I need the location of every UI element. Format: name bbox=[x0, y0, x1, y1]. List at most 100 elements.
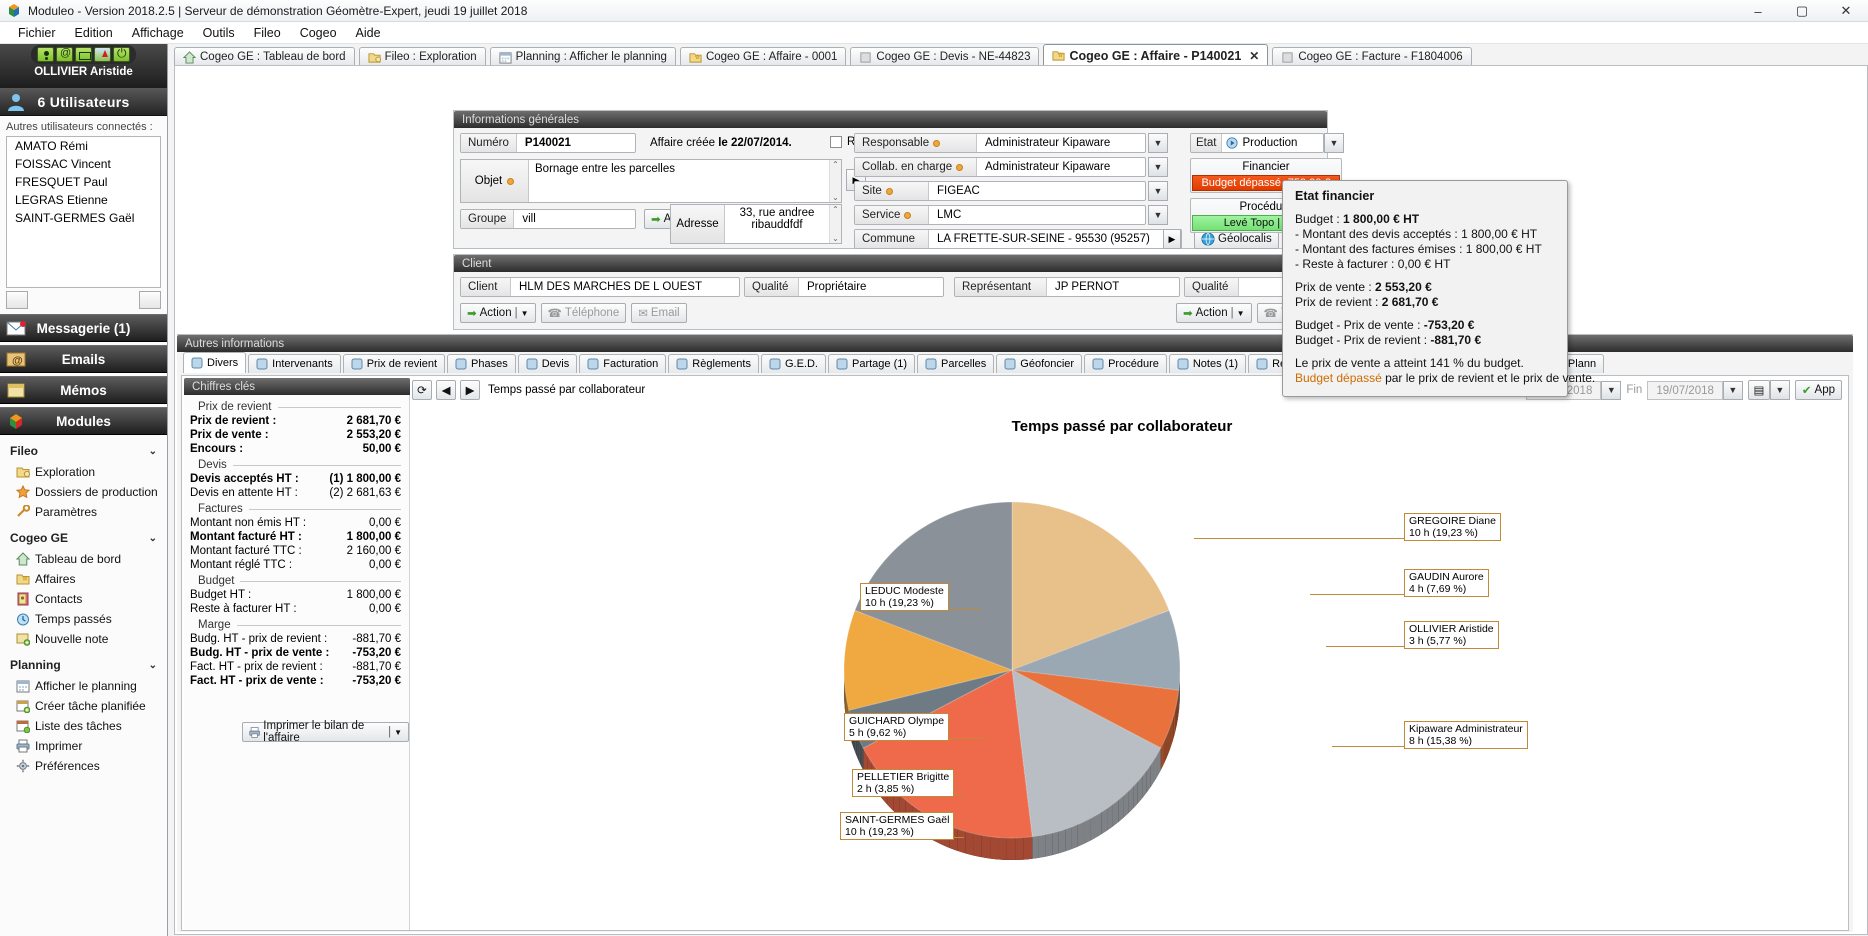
fin-dropdown[interactable]: ▼ bbox=[1722, 380, 1743, 400]
commune-field[interactable]: Commune LA FRETTE-SUR-SEINE - 95530 (952… bbox=[854, 229, 1182, 249]
menu-item-affichage[interactable]: Affichage bbox=[124, 24, 192, 42]
collab-dropdown[interactable]: ▼ bbox=[1148, 157, 1168, 177]
menu-item-fichier[interactable]: Fichier bbox=[10, 24, 64, 42]
close-button[interactable]: ✕ bbox=[1824, 0, 1868, 22]
sidebar-item-liste-des-t-ches[interactable]: Liste des tâches bbox=[0, 716, 167, 736]
tab-devis[interactable]: Devis bbox=[517, 354, 578, 373]
sidebar-item-cr-er-t-che-planifi-e[interactable]: Créer tâche planifiée bbox=[0, 696, 167, 716]
expand-icon[interactable] bbox=[139, 291, 161, 309]
menu-item-cogeo[interactable]: Cogeo bbox=[292, 24, 345, 42]
chart-extra-button[interactable]: ▤ bbox=[1747, 380, 1770, 400]
responsable-field[interactable]: Responsable Administrateur Kipaware bbox=[854, 133, 1146, 153]
sidebar-item-nouvelle-note[interactable]: Nouvelle note bbox=[0, 629, 167, 649]
minimize-button[interactable]: – bbox=[1736, 0, 1780, 22]
site-field[interactable]: Site FIGEAC bbox=[854, 181, 1146, 201]
menu-item-edition[interactable]: Edition bbox=[67, 24, 121, 42]
responsable-dropdown[interactable]: ▼ bbox=[1148, 133, 1168, 153]
tab-prix-de-revient[interactable]: Prix de revient bbox=[342, 354, 446, 373]
sidebar-group-cogeo-ge[interactable]: Cogeo GE ⌄ bbox=[0, 522, 167, 549]
tab-r-glements[interactable]: Règlements bbox=[668, 354, 759, 373]
at-icon[interactable] bbox=[56, 47, 73, 62]
document-tab-cogeo-ge-devis-ne-44823[interactable]: Cogeo GE : Devis - NE-44823 bbox=[850, 47, 1040, 66]
qualite-field[interactable]: Qualité Propriétaire bbox=[744, 277, 944, 297]
chart-refresh-button[interactable]: ⟳ bbox=[412, 380, 432, 400]
sidebar-group-fileo[interactable]: Fileo ⌄ bbox=[0, 435, 167, 462]
tab-facturation[interactable]: Facturation bbox=[579, 354, 667, 373]
close-icon[interactable]: ✕ bbox=[1249, 49, 1259, 63]
sidebar-item-pr-f-rences[interactable]: Préférences bbox=[0, 756, 167, 776]
collab-field[interactable]: Collab. en charge Administrateur Kipawar… bbox=[854, 157, 1146, 177]
connected-users-list[interactable]: AMATO Rémi FOISSAC Vincent FRESQUET Paul LE… bbox=[6, 136, 161, 288]
chat-icon[interactable] bbox=[6, 291, 28, 309]
chevron-down-icon[interactable]: ⌄ bbox=[149, 533, 157, 544]
commune-expand-button[interactable]: ▶ bbox=[1163, 229, 1181, 249]
tab-intervenants[interactable]: Intervenants bbox=[248, 354, 341, 373]
adresse-field[interactable]: Adresse 33, rue andree ribauddfdf ⌃ ⌄ bbox=[670, 204, 842, 244]
rep-action-button[interactable]: ➡ Action | ▼ bbox=[1176, 303, 1252, 323]
client-action-button[interactable]: ➡ Action | ▼ bbox=[460, 303, 536, 323]
client-telephone-button[interactable]: ☎ Téléphone bbox=[540, 303, 627, 323]
tab-parcelles[interactable]: Parcelles bbox=[917, 354, 995, 373]
sidebar-item-contacts[interactable]: Contacts bbox=[0, 589, 167, 609]
debut-dropdown[interactable]: ▼ bbox=[1601, 380, 1622, 400]
chart-apply-button[interactable]: ✔ App bbox=[1794, 380, 1842, 400]
client-field[interactable]: Client HLM DES MARCHES DE L OUEST bbox=[460, 277, 740, 297]
chevron-down-icon[interactable]: ⌄ bbox=[149, 660, 157, 671]
sidebar-item-affaires[interactable]: Affaires bbox=[0, 569, 167, 589]
document-tab-fileo-exploration[interactable]: Fileo : Exploration bbox=[358, 47, 486, 66]
sidebar-button-emails[interactable]: @ Emails bbox=[0, 345, 167, 373]
groupe-field[interactable]: Groupe vill bbox=[460, 209, 636, 229]
document-tab-cogeo-ge-affaire-p140021[interactable]: Cogeo GE : Affaire - P140021 ✕ bbox=[1043, 44, 1269, 66]
connected-user-item[interactable]: AMATO Rémi bbox=[7, 137, 160, 155]
sidebar-item-imprimer[interactable]: Imprimer bbox=[0, 736, 167, 756]
tab-proc-dure[interactable]: Procédure bbox=[1084, 354, 1167, 373]
profile-icon[interactable] bbox=[37, 47, 54, 62]
sidebar-item-temps-pass-s[interactable]: Temps passés bbox=[0, 609, 167, 629]
representant-field[interactable]: Représentant JP PERNOT bbox=[954, 277, 1180, 297]
numero-field[interactable]: Numéro P140021 bbox=[460, 133, 636, 153]
chevron-down-icon[interactable]: ⌄ bbox=[149, 446, 157, 457]
sidebar-button-m-mos[interactable]: Mémos bbox=[0, 376, 167, 404]
connected-user-item[interactable]: FRESQUET Paul bbox=[7, 173, 160, 191]
chart-next-button[interactable]: ▶ bbox=[460, 380, 480, 400]
tab-partage-1[interactable]: Partage (1) bbox=[828, 354, 916, 373]
tab-phases[interactable]: Phases bbox=[447, 354, 516, 373]
client-email-button[interactable]: ✉ Email bbox=[631, 303, 687, 323]
sidebar-item-param-tres[interactable]: Paramètres bbox=[0, 502, 167, 522]
document-tab-cogeo-ge-tableau-de-bord[interactable]: Cogeo GE : Tableau de bord bbox=[174, 47, 355, 66]
card-icon[interactable] bbox=[75, 47, 92, 62]
site-dropdown[interactable]: ▼ bbox=[1148, 181, 1168, 201]
adresse-scrollbar[interactable]: ⌃ ⌄ bbox=[829, 205, 841, 243]
document-tab-cogeo-ge-facture-f1804006[interactable]: Cogeo GE : Facture - F1804006 bbox=[1272, 47, 1472, 66]
tab-g-ofoncier[interactable]: Géofoncier bbox=[996, 354, 1083, 373]
connected-user-item[interactable]: LEGRAS Etienne bbox=[7, 191, 160, 209]
rd-checkbox[interactable] bbox=[830, 136, 842, 148]
pie-chart[interactable]: GREGOIRE Diane 10 h (19,23 %) GAUDIN Auror… bbox=[412, 435, 1832, 905]
sidebar-item-tableau-de-bord[interactable]: Tableau de bord bbox=[0, 549, 167, 569]
sidebar-item-dossiers-de-production[interactable]: Dossiers de production bbox=[0, 482, 167, 502]
pie-chart-svg[interactable] bbox=[412, 435, 1832, 905]
chart-prev-button[interactable]: ◀ bbox=[436, 380, 456, 400]
print-report-button[interactable]: Imprimer le bilan de l'affaire | ▼ bbox=[242, 720, 409, 744]
document-tab-cogeo-ge-affaire-0001[interactable]: Cogeo GE : Affaire - 0001 bbox=[679, 47, 847, 66]
power-icon[interactable] bbox=[113, 46, 130, 62]
objet-field[interactable]: Objet Bornage entre les parcelles ⌃ ⌄ bbox=[460, 159, 842, 203]
connected-user-item[interactable]: SAINT-GERMES Gaël bbox=[7, 209, 160, 227]
document-tab-planning-afficher-le-planning[interactable]: Planning : Afficher le planning bbox=[489, 47, 676, 66]
sidebar-item-exploration[interactable]: Exploration bbox=[0, 462, 167, 482]
maximize-button[interactable]: ▢ bbox=[1780, 0, 1824, 22]
tab-g-e-d[interactable]: G.E.D. bbox=[760, 354, 826, 373]
service-field[interactable]: Service LMC bbox=[854, 205, 1146, 225]
tab-divers[interactable]: Divers bbox=[183, 352, 247, 373]
chart-selector-label[interactable]: Temps passé par collaborateur bbox=[488, 384, 645, 396]
tab-notes-1[interactable]: Notes (1) bbox=[1168, 354, 1247, 373]
sidebar-button-modules[interactable]: Modules bbox=[0, 407, 167, 435]
etat-field[interactable]: Etat Production bbox=[1190, 133, 1324, 153]
menu-item-aide[interactable]: Aide bbox=[348, 24, 389, 42]
menu-item-outils[interactable]: Outils bbox=[195, 24, 243, 42]
fin-value[interactable]: 19/07/2018 bbox=[1647, 380, 1723, 400]
menu-item-fileo[interactable]: Fileo bbox=[246, 24, 289, 42]
service-dropdown[interactable]: ▼ bbox=[1148, 205, 1168, 225]
map-icon[interactable] bbox=[94, 47, 111, 62]
users-panel-header[interactable]: 6 Utilisateurs bbox=[0, 88, 167, 116]
